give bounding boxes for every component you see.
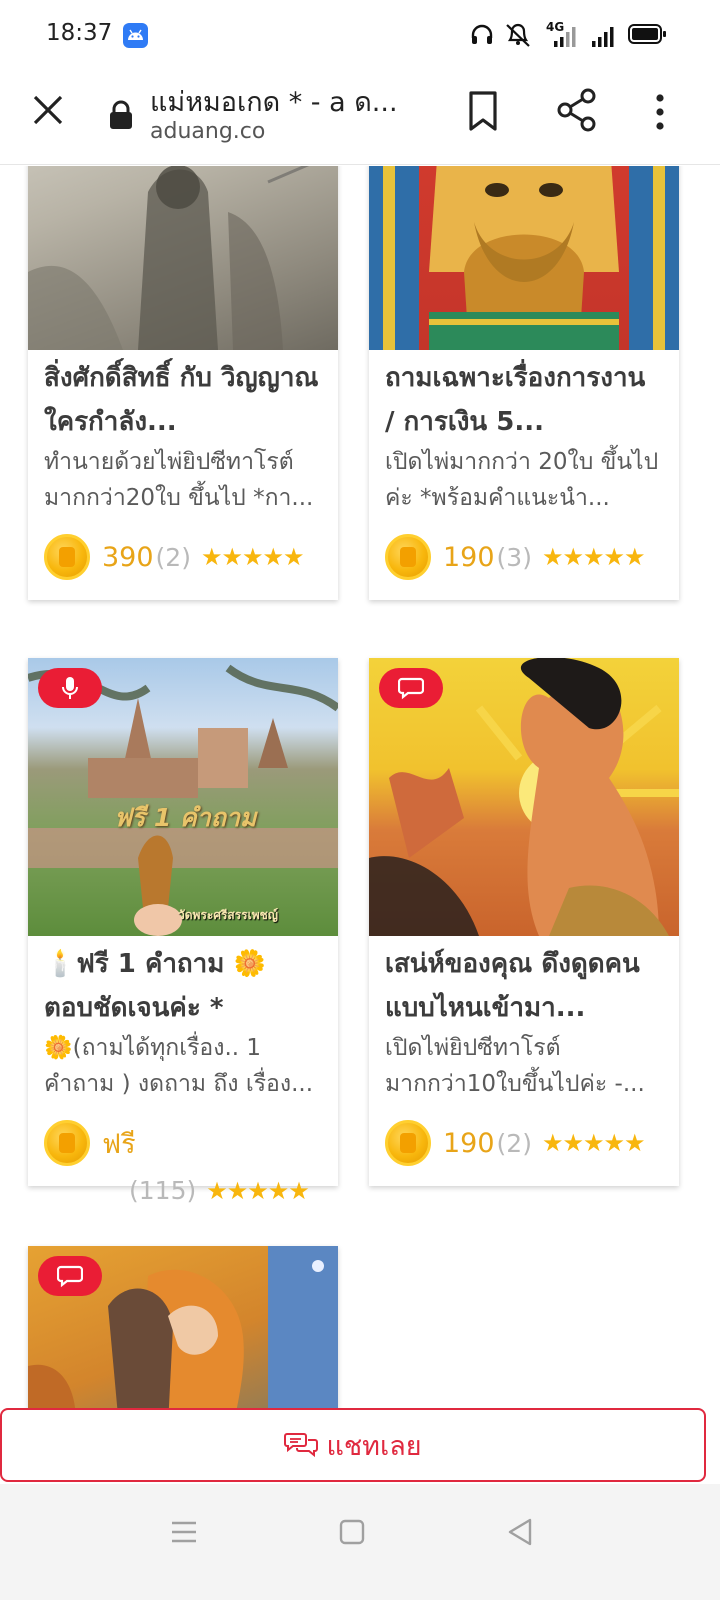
card-price: ฟรี <box>102 1128 136 1160</box>
card-title[interactable]: เสน่ห์ของคุณ ดึงดูดคนแบบไหนเข้ามา... <box>385 942 663 1030</box>
image-caption: วัดพระศรีสรรเพชญ์ <box>178 908 278 922</box>
status-bar: 18:37 4G <box>0 0 720 70</box>
price-row: 190 (3) ★★★★★ <box>385 528 663 586</box>
card-price: 190 <box>443 1127 495 1159</box>
card-description: เปิดไพ่มากกว่า 20ใบ ขึ้นไปค่ะ *พร้อมคำแน… <box>385 449 659 511</box>
card-image[interactable] <box>369 166 679 350</box>
chat-bubbles-icon <box>284 1433 319 1458</box>
chat-badge <box>379 668 443 708</box>
card-description: 🌼(ถามได้ทุกเรื่อง.. 1 คำถาม ) งดถาม ถึง … <box>44 1035 314 1097</box>
card-image[interactable] <box>28 1246 338 1408</box>
card-image[interactable] <box>369 658 679 936</box>
reading-card[interactable] <box>28 1246 338 1408</box>
review-count: (2) <box>496 1128 532 1158</box>
square-icon[interactable] <box>332 1512 372 1552</box>
more-vert-icon[interactable] <box>648 90 672 134</box>
chat-now-button[interactable]: แชทเลย <box>0 1408 706 1482</box>
review-count: (115) <box>129 1176 197 1205</box>
menu-lines-icon[interactable] <box>164 1512 204 1552</box>
share-icon[interactable] <box>556 88 598 132</box>
chat-now-label: แชทเลย <box>326 1430 422 1462</box>
close-icon[interactable] <box>28 90 68 130</box>
reading-card[interactable]: ถามเฉพาะเรื่องการงาน / การเงิน 5... เปิด… <box>369 166 679 600</box>
status-time: 18:37 <box>46 20 113 46</box>
signal-icon-1 <box>552 26 578 52</box>
coin-icon <box>44 1120 90 1166</box>
star-rating: ★★★★★ <box>200 543 305 571</box>
coin-icon <box>385 534 431 580</box>
price-row: ฟรี <box>44 1114 322 1172</box>
muted-bell-icon <box>502 22 534 52</box>
reading-card[interactable]: สิ่งศักดิ์สิทธิ์ กับ วิญญาณ ใครกำลัง... … <box>28 166 338 600</box>
reading-card[interactable]: เสน่ห์ของคุณ ดึงดูดคนแบบไหนเข้ามา... เปิ… <box>369 658 679 1186</box>
coin-icon <box>385 1120 431 1166</box>
chat-badge <box>38 1256 102 1296</box>
card-title[interactable]: สิ่งศักดิ์สิทธิ์ กับ วิญญาณ ใครกำลัง... <box>44 356 322 444</box>
lock-icon <box>108 100 134 134</box>
image-promo-text: ฟรี 1 คำถาม <box>114 803 257 832</box>
coin-icon <box>44 534 90 580</box>
card-image[interactable] <box>28 166 338 350</box>
reading-list: สิ่งศักดิ์สิทธิ์ กับ วิญญาณ ใครกำลัง... … <box>0 166 720 1408</box>
mic-icon <box>62 677 78 699</box>
chat-bubble-icon <box>57 1265 83 1288</box>
card-price: 390 <box>102 541 154 573</box>
star-rating: ★★★★★ <box>541 1129 646 1157</box>
voice-badge <box>38 668 102 708</box>
star-rating: ★★★★★ <box>206 1176 310 1205</box>
system-navigation-bar <box>0 1484 720 1600</box>
review-count: (3) <box>496 542 532 572</box>
star-rating: ★★★★★ <box>541 543 646 571</box>
browser-toolbar: แม่หมอเกด * - a ด... aduang.co <box>0 70 720 165</box>
android-notification-icon <box>123 23 148 48</box>
triangle-back-icon[interactable] <box>500 1512 540 1552</box>
battery-icon <box>628 24 666 44</box>
card-title[interactable]: 🕯️ฟรี 1 คำถาม 🌼 ตอบชัดเจนค่ะ * <box>44 942 322 1030</box>
headset-icon <box>470 24 494 50</box>
card-description: เปิดไพ่ยิปซีทาโรต์มากกว่า10ใบขึ้นไปค่ะ -… <box>385 1035 645 1097</box>
price-row: 390 (2) ★★★★★ <box>44 528 322 586</box>
card-title[interactable]: ถามเฉพาะเรื่องการงาน / การเงิน 5... <box>385 356 663 444</box>
price-row: 190 (2) ★★★★★ <box>385 1114 663 1172</box>
card-image[interactable]: ฟรี 1 คำถาม วัดพระศรีสรรเพชญ์ <box>28 658 338 936</box>
review-count: (2) <box>155 542 191 572</box>
bookmark-icon[interactable] <box>466 90 500 132</box>
overflow-rating: (115) ★★★★★ <box>127 1176 310 1205</box>
reading-card[interactable]: ฟรี 1 คำถาม วัดพระศรีสรรเพชญ์ 🕯️ฟรี 1 คำ… <box>28 658 338 1186</box>
chat-bubble-icon <box>398 677 424 700</box>
card-price: 190 <box>443 541 495 573</box>
signal-icon-2 <box>590 26 616 52</box>
card-description: ทำนายด้วยไพ่ยิปซีทาโรต์มากกว่า20ใบ ขึ้นไ… <box>44 449 314 511</box>
page-title[interactable]: แม่หมอเกด * - a ด... <box>150 80 440 123</box>
page-domain[interactable]: aduang.co <box>150 119 265 144</box>
